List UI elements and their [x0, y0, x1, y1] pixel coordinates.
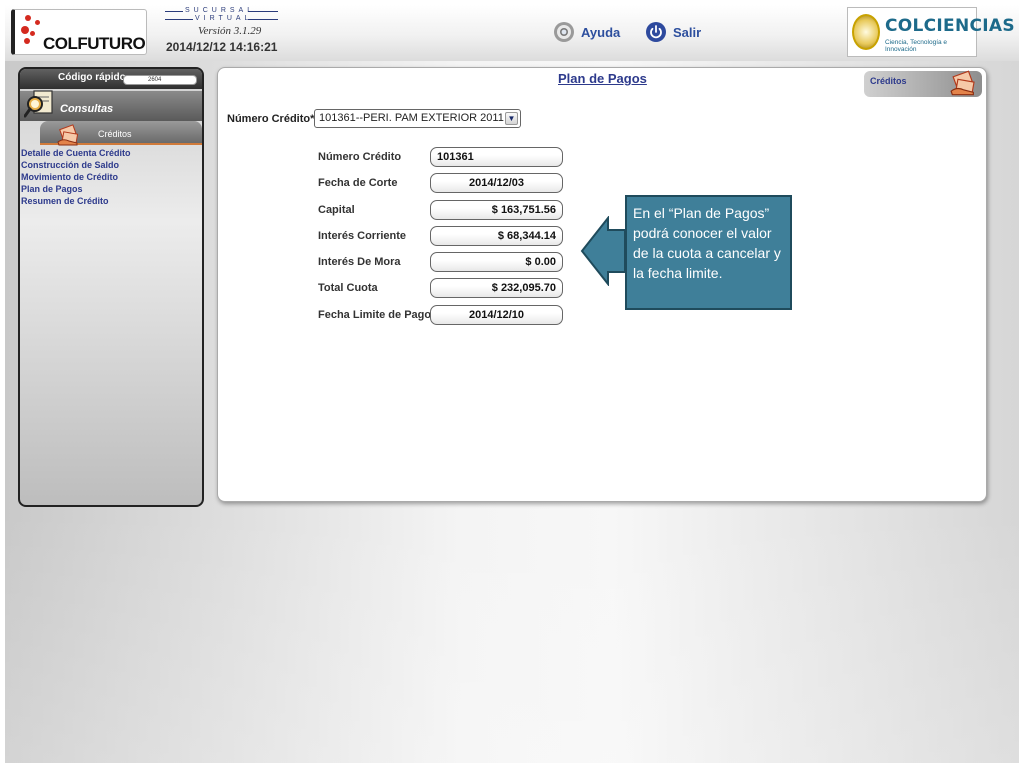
- logo-mark-dot: [24, 38, 30, 44]
- version-label: Versión 3.1.29: [198, 25, 262, 37]
- page-title: Plan de Pagos: [558, 71, 647, 86]
- virtual-label: VIRTUAL: [195, 15, 253, 22]
- logo-mark-dot: [35, 20, 40, 25]
- background-area: [5, 510, 1019, 763]
- colciencias-logo[interactable]: COLCIENCIAS Ciencia, Tecnología e Innova…: [847, 7, 1015, 57]
- credit-select[interactable]: 101361--PERI. PAM EXTERIOR 2011 ▼: [314, 109, 521, 128]
- field-label: Total Cuota: [318, 282, 378, 294]
- partner-title: COLCIENCIAS: [885, 16, 1015, 36]
- sucursal-line: [165, 11, 183, 12]
- sucursal-line: [248, 19, 278, 20]
- logout-label: Salir: [673, 24, 702, 40]
- creditos-tab[interactable]: Créditos: [40, 121, 202, 146]
- quick-code-bar: Código rápido 2604: [20, 69, 202, 89]
- credit-select-value: 101361--PERI. PAM EXTERIOR 2011: [319, 112, 504, 124]
- quick-code-input[interactable]: 2604: [123, 75, 197, 85]
- callout-arrow-icon: [580, 216, 626, 286]
- field-label: Capital: [318, 204, 355, 216]
- chevron-down-icon[interactable]: ▼: [505, 112, 518, 125]
- callout-text: En el “Plan de Pagos” podrá conocer el v…: [633, 205, 781, 281]
- magnifier-document-icon: [24, 90, 53, 118]
- sidebar-item-construccion-saldo[interactable]: Construcción de Saldo: [21, 159, 131, 171]
- logo-mark-dot: [25, 15, 31, 21]
- fecha-limite-value: 2014/12/10: [430, 305, 563, 325]
- interes-corriente-value: $ 68,344.14: [430, 226, 563, 246]
- callout-box: En el “Plan de Pagos” podrá conocer el v…: [625, 195, 792, 310]
- sucursal-line: [165, 19, 193, 20]
- session-datetime: 2014/12/12 14:16:21: [166, 40, 278, 54]
- money-hand-icon: [950, 70, 975, 96]
- logo-mark-dot: [21, 26, 29, 34]
- credit-select-label: Número Crédito*: [227, 113, 315, 125]
- app-screen: COLFUTURO SUCURSAL VIRTUAL Versión 3.1.2…: [5, 5, 1019, 763]
- sidebar-links: Detalle de Cuenta Crédito Construcción d…: [21, 147, 131, 207]
- header: COLFUTURO SUCURSAL VIRTUAL Versión 3.1.2…: [5, 5, 1019, 61]
- logout-button[interactable]: Salir: [645, 21, 701, 43]
- logo-mark-dot: [30, 31, 35, 36]
- sidebar: Código rápido 2604 Consultas Créditos De…: [18, 67, 204, 507]
- colfuturo-logo[interactable]: COLFUTURO: [11, 9, 147, 55]
- field-label: Número Crédito: [318, 151, 402, 163]
- help-button[interactable]: Ayuda: [553, 21, 620, 43]
- money-hand-icon: [57, 124, 79, 146]
- sucursal-label: SUCURSAL: [185, 7, 256, 14]
- total-cuota-value: $ 232,095.70: [430, 278, 563, 298]
- sidebar-item-movimiento-credito[interactable]: Movimiento de Crédito: [21, 171, 131, 183]
- help-label: Ayuda: [581, 24, 621, 40]
- corner-tab-label: Créditos: [870, 76, 907, 86]
- interes-mora-value: $ 0.00: [430, 252, 563, 272]
- field-label: Fecha Limite de Pago: [318, 309, 432, 321]
- creditos-corner-tab[interactable]: Créditos: [864, 70, 982, 97]
- power-icon: [645, 21, 667, 43]
- field-label: Interés Corriente: [318, 230, 407, 242]
- lifebuoy-icon: [553, 21, 575, 43]
- quick-code-label: Código rápido: [58, 72, 126, 83]
- sidebar-item-resumen-credito[interactable]: Resumen de Crédito: [21, 195, 131, 207]
- colombia-seal-icon: [852, 14, 880, 50]
- field-label: Interés De Mora: [318, 256, 401, 268]
- creditos-tab-label: Créditos: [98, 129, 132, 139]
- capital-value: $ 163,751.56: [430, 200, 563, 220]
- partner-subtitle: Ciencia, Tecnología e Innovación: [885, 39, 948, 53]
- sidebar-item-detalle-cuenta[interactable]: Detalle de Cuenta Crédito: [21, 147, 131, 159]
- numero-credito-value: 101361: [430, 147, 563, 167]
- sidebar-item-plan-pagos[interactable]: Plan de Pagos: [21, 183, 131, 195]
- field-label: Fecha de Corte: [318, 177, 398, 189]
- consultas-label: Consultas: [60, 103, 114, 115]
- brand-name: COLFUTURO: [43, 34, 146, 53]
- fecha-corte-value: 2014/12/03: [430, 173, 563, 193]
